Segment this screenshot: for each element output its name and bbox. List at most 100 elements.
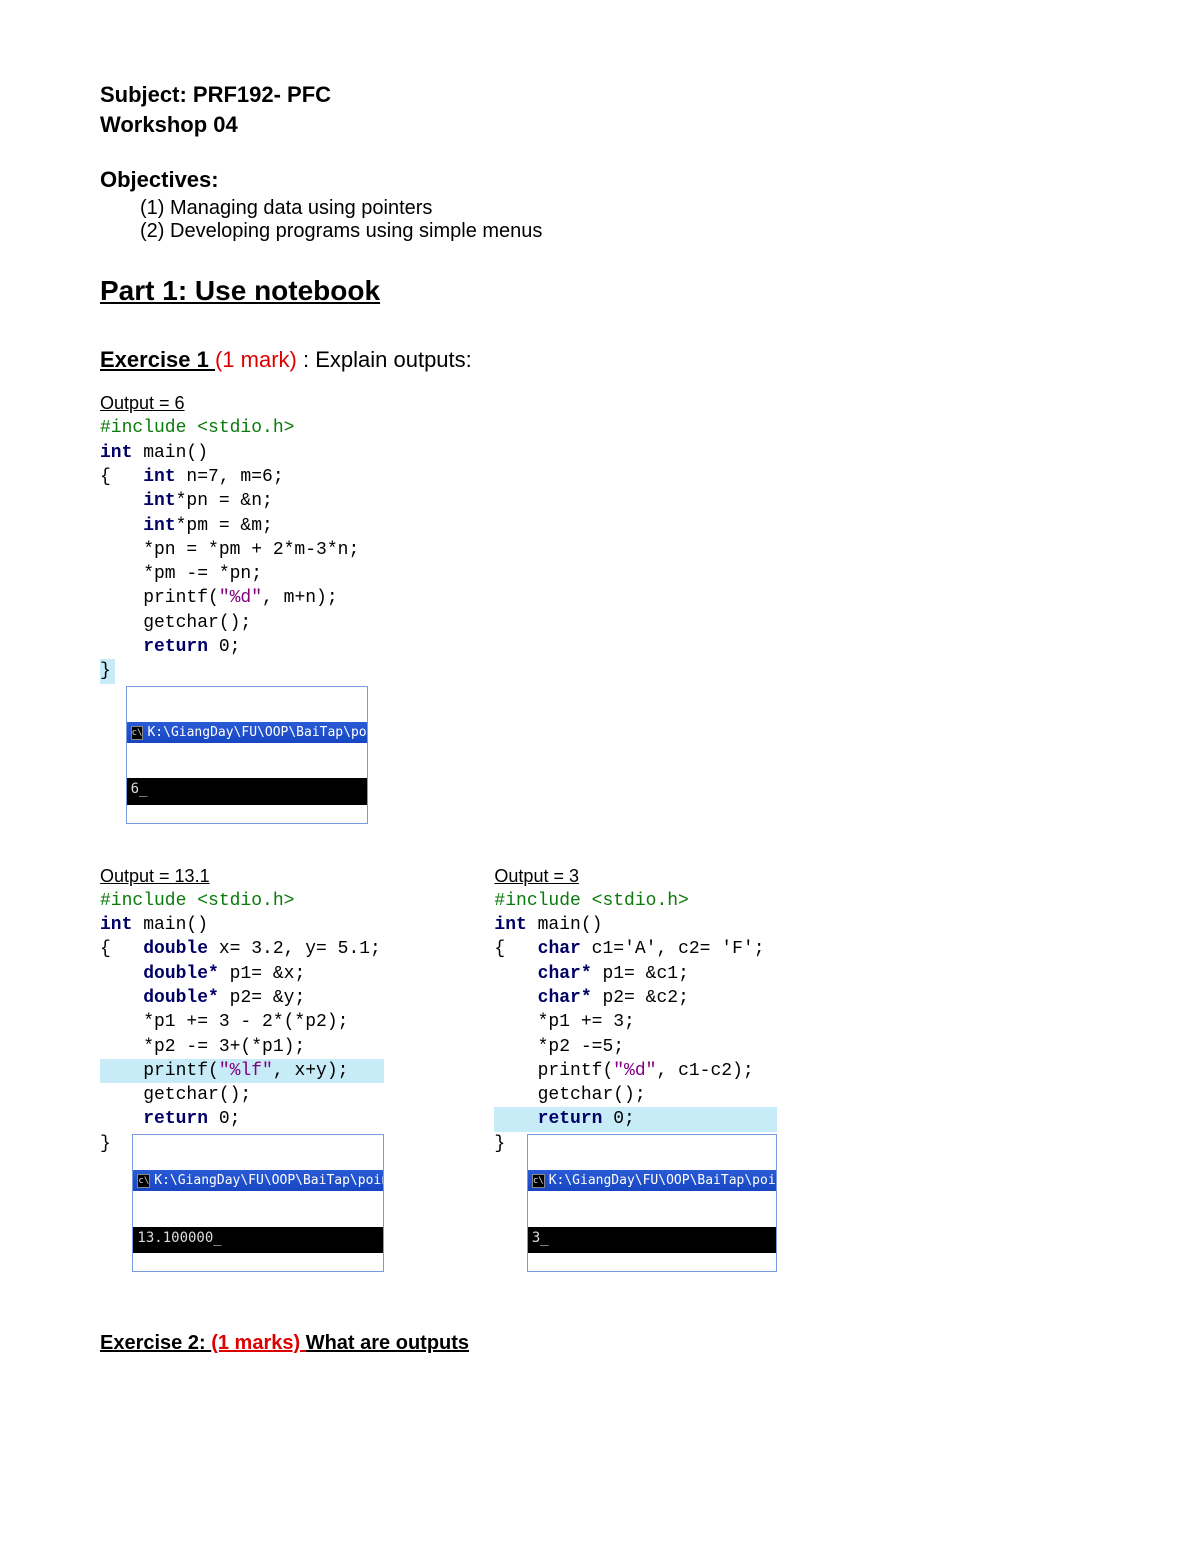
exercise-rest: : Explain outputs: [297, 347, 472, 372]
code-text: } [100, 661, 111, 681]
code-kw: return [143, 1109, 208, 1129]
objective-item: (2) Developing programs using simple men… [140, 220, 900, 243]
code-text: x= 3.2, y= 5.1; [208, 939, 381, 959]
code-str: "%d" [219, 588, 262, 608]
exercise-label: Exercise 2: [100, 1332, 211, 1354]
objectives-list: (1) Managing data using pointers (2) Dev… [140, 197, 900, 243]
code-text: c1='A', c2= 'F'; [581, 939, 765, 959]
workshop-line: Workshop 04 [100, 110, 900, 140]
code-text: getchar(); [100, 613, 251, 633]
code-text [100, 516, 143, 536]
code-text: n=7, m=6; [176, 467, 284, 487]
code-str: "%d" [613, 1061, 656, 1081]
code-text [494, 964, 537, 984]
code-text: *pm -= *pn; [100, 564, 262, 584]
code-text [100, 1109, 143, 1129]
code-text: *p1 += 3 - 2*(*p2); [100, 1012, 348, 1032]
code-kw: double [143, 939, 208, 959]
code-kw: int [143, 467, 175, 487]
code-text: , m+n); [262, 588, 338, 608]
code-kw: int [494, 915, 526, 935]
code-text: *p1 += 3; [494, 1012, 634, 1032]
part-1-title: Part 1: Use notebook [100, 275, 900, 307]
code-text [100, 637, 143, 657]
document-page: Subject: PRF192- PFC Workshop 04 Objecti… [0, 0, 1000, 1455]
code-text: p1= &c1; [592, 964, 689, 984]
code-text: printf( [494, 1061, 613, 1081]
code-kw: char* [538, 988, 592, 1008]
cmd-icon: c\ [137, 1174, 150, 1188]
output-label: Output = 6 [100, 393, 900, 414]
code-kw: int [143, 491, 175, 511]
console-title: K:\GiangDay\FU\OOP\BaiTap\pointe [549, 1172, 776, 1190]
code-block: #include <stdio.h> int main() { char c1=… [494, 889, 776, 1272]
code-text: , x+y); [273, 1061, 349, 1081]
code-kw: int [100, 443, 132, 463]
code-str: "%lf" [219, 1061, 273, 1081]
code-text: } [100, 1134, 111, 1154]
code-block: #include <stdio.h> int main() { double x… [100, 889, 384, 1272]
code-text: main() [527, 915, 603, 935]
code-kw: double* [143, 988, 219, 1008]
code-text: *p2 -=5; [494, 1037, 624, 1057]
code-kw: int [143, 516, 175, 536]
code-text: *pn = &n; [176, 491, 273, 511]
code-text: *p2 -= 3+(*p1); [100, 1037, 305, 1057]
code-text: getchar(); [494, 1085, 645, 1105]
code-text [494, 1109, 537, 1129]
code-text: *pm = &m; [176, 516, 273, 536]
code-text: p1= &x; [219, 964, 305, 984]
code-text: { [494, 939, 537, 959]
exercise-rest: What are outputs [306, 1332, 469, 1354]
preprocessor-line: #include <stdio.h> [494, 891, 688, 911]
console-titlebar: c\K:\GiangDay\FU\OOP\BaiTap\poin [127, 722, 367, 744]
code-text: printf( [100, 588, 219, 608]
console-title: K:\GiangDay\FU\OOP\BaiTap\pointer [154, 1172, 383, 1190]
exercise-marks: (1 mark) [215, 347, 297, 372]
console-titlebar: c\ K:\GiangDay\FU\OOP\BaiTap\pointer [133, 1170, 383, 1192]
code-text: main() [132, 443, 208, 463]
code-text: { [100, 467, 143, 487]
exercise-1-heading: Exercise 1 (1 mark) : Explain outputs: [100, 347, 900, 373]
code-text: *pn = *pm + 2*m-3*n; [100, 540, 359, 560]
snippet-2: Output = 13.1 #include <stdio.h> int mai… [100, 852, 384, 1272]
code-text: 0; [208, 637, 240, 657]
console-window: c\K:\GiangDay\FU\OOP\BaiTap\pointer 13.1… [132, 1134, 384, 1272]
console-window: c\K:\GiangDay\FU\OOP\BaiTap\pointe 3_ [527, 1134, 777, 1272]
snippet-3: Output = 3 #include <stdio.h> int main()… [494, 852, 776, 1272]
exercise-label: Exercise 1 [100, 347, 215, 372]
console-title: K:\GiangDay\FU\OOP\BaiTap\poin [147, 724, 366, 742]
preprocessor-line: #include <stdio.h> [100, 418, 294, 438]
output-label: Output = 13.1 [100, 866, 384, 887]
code-kw: return [538, 1109, 603, 1129]
code-kw: return [143, 637, 208, 657]
code-text: , c1-c2); [656, 1061, 753, 1081]
code-text: 0; [208, 1109, 240, 1129]
output-label: Output = 3 [494, 866, 776, 887]
code-text: } [494, 1134, 505, 1154]
code-text [100, 964, 143, 984]
code-kw: char* [538, 964, 592, 984]
objectives-heading: Objectives: [100, 167, 900, 193]
code-kw: char [538, 939, 581, 959]
objective-item: (1) Managing data using pointers [140, 197, 900, 220]
exercise-marks: (1 marks) [211, 1332, 306, 1354]
code-text: printf( [100, 1061, 219, 1081]
code-text [494, 988, 537, 1008]
cmd-icon: c\ [532, 1174, 545, 1188]
snippet-1: Output = 6 #include <stdio.h> int main()… [100, 393, 900, 823]
code-text: p2= &c2; [592, 988, 689, 1008]
code-text: 0; [602, 1109, 634, 1129]
code-block: #include <stdio.h> int main() { int n=7,… [100, 416, 900, 823]
code-text: main() [132, 915, 208, 935]
exercise-2-heading: Exercise 2: (1 marks) What are outputs [100, 1332, 900, 1355]
snippet-row: Output = 13.1 #include <stdio.h> int mai… [100, 852, 900, 1272]
subject-line: Subject: PRF192- PFC [100, 80, 900, 110]
code-text [100, 491, 143, 511]
code-text [100, 988, 143, 1008]
code-text: getchar(); [100, 1085, 251, 1105]
preprocessor-line: #include <stdio.h> [100, 891, 294, 911]
console-titlebar: c\ K:\GiangDay\FU\OOP\BaiTap\pointe [528, 1170, 776, 1192]
code-text: { [100, 939, 143, 959]
code-kw: int [100, 915, 132, 935]
